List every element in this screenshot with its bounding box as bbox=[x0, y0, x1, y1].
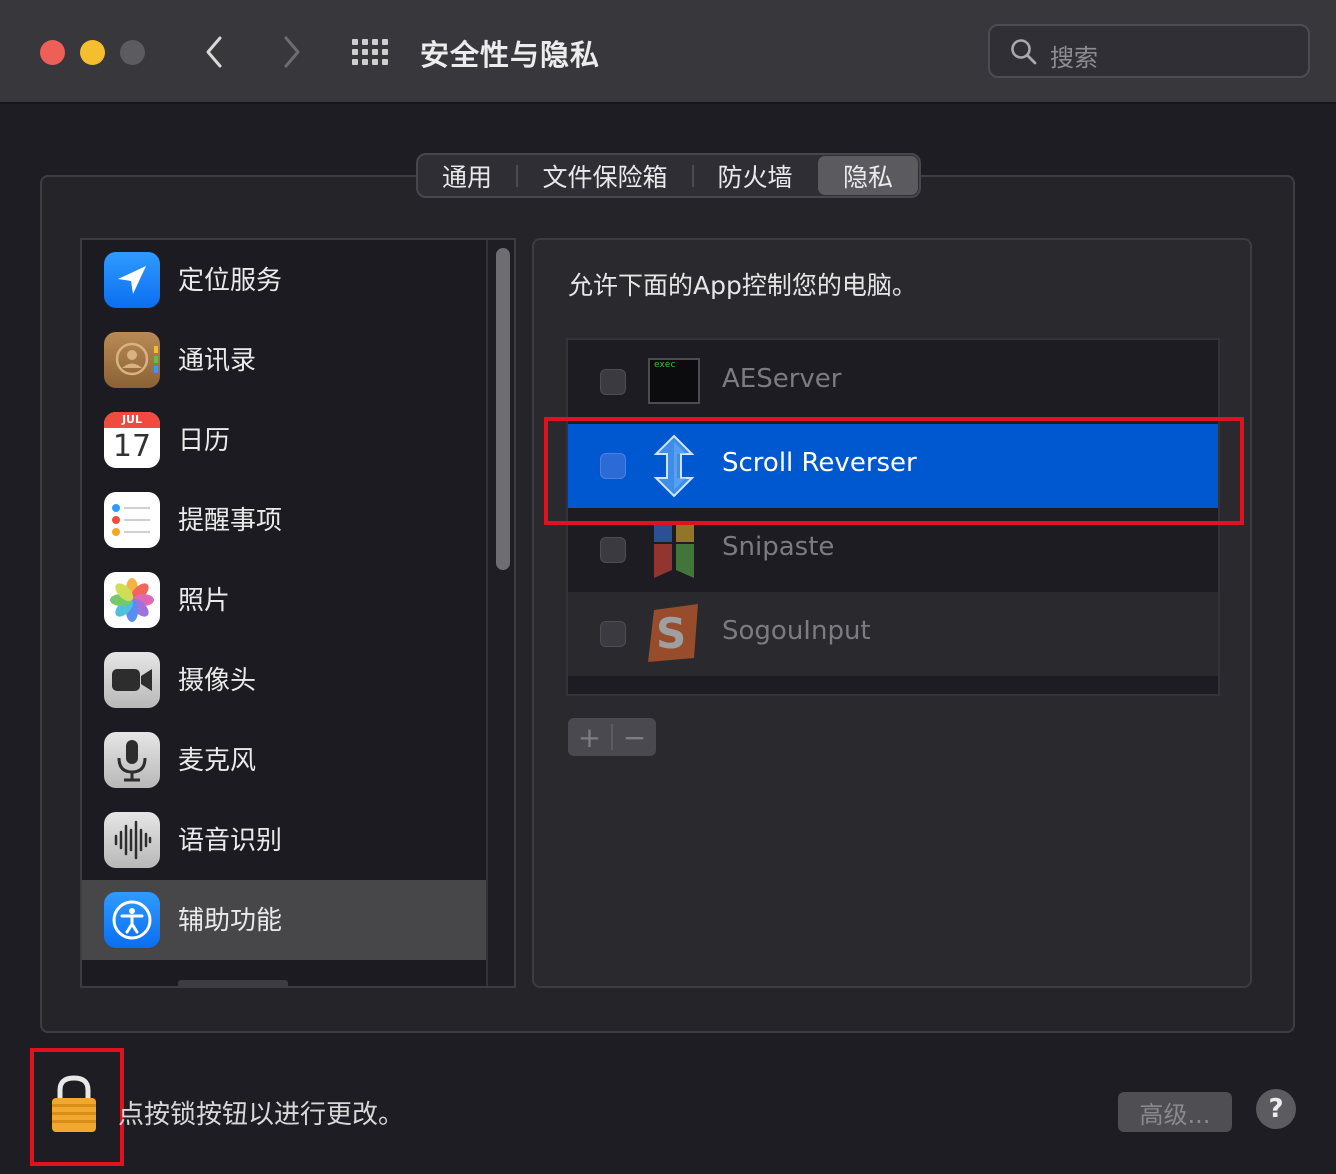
sidebar-item-partial[interactable] bbox=[82, 960, 486, 986]
accessibility-detail-pane: 允许下面的App控制您的电脑。 exec AEServer Scroll Rev… bbox=[532, 238, 1252, 988]
sidebar-item-label: 提醒事项 bbox=[178, 506, 283, 536]
svg-text:S: S bbox=[656, 609, 686, 658]
add-remove-control: + − bbox=[568, 718, 656, 756]
sidebar-item-label: 辅助功能 bbox=[178, 906, 283, 936]
tab-label: 防火墙 bbox=[717, 162, 793, 192]
sidebar-item-label: 定位服务 bbox=[178, 266, 283, 296]
tab-privacy[interactable]: 隐私 bbox=[818, 156, 918, 195]
app-row-sogouinput[interactable]: S SogouInput bbox=[568, 592, 1218, 676]
tab-label: 通用 bbox=[441, 162, 492, 192]
app-checkbox[interactable] bbox=[600, 369, 626, 395]
search-placeholder: 搜索 bbox=[1050, 44, 1098, 72]
window-title: 安全性与隐私 bbox=[420, 38, 601, 72]
scrollbar-thumb[interactable] bbox=[496, 248, 510, 570]
app-checkbox[interactable] bbox=[600, 621, 626, 647]
app-name: SogouInput bbox=[722, 616, 871, 646]
show-all-grid-button[interactable] bbox=[352, 36, 392, 68]
chevron-right-icon bbox=[284, 36, 300, 68]
sidebar-scrollbar[interactable] bbox=[486, 240, 514, 986]
sogou-input-icon: S bbox=[646, 604, 702, 662]
sidebar-item-accessibility[interactable]: 辅助功能 bbox=[82, 880, 486, 960]
location-arrow-icon bbox=[104, 252, 160, 308]
app-checkbox[interactable] bbox=[600, 537, 626, 563]
search-icon bbox=[1011, 39, 1037, 65]
close-button[interactable] bbox=[40, 40, 65, 65]
sidebar-item-location[interactable]: 定位服务 bbox=[82, 240, 486, 320]
accessibility-icon bbox=[104, 892, 160, 948]
lock-instruction: 点按锁按钮以进行更改。 bbox=[118, 1100, 405, 1130]
help-button[interactable]: ? bbox=[1256, 1089, 1296, 1129]
sidebar-item-camera[interactable]: 摄像头 bbox=[82, 640, 486, 720]
snipaste-icon bbox=[646, 522, 702, 578]
reminders-icon bbox=[104, 492, 160, 548]
title-bar: 安全性与隐私 搜索 bbox=[0, 0, 1336, 104]
sidebar-item-microphone[interactable]: 麦克风 bbox=[82, 720, 486, 800]
tab-general[interactable]: 通用 bbox=[418, 156, 516, 195]
exec-terminal-icon: exec bbox=[646, 354, 702, 410]
app-row-aeserver[interactable]: exec AEServer bbox=[568, 340, 1218, 424]
annotation-highlight-lock bbox=[30, 1048, 124, 1166]
tab-filevault[interactable]: 文件保险箱 bbox=[518, 156, 692, 195]
sidebar-item-label: 照片 bbox=[178, 586, 231, 616]
search-field[interactable]: 搜索 bbox=[988, 24, 1310, 78]
minimize-button[interactable] bbox=[80, 40, 105, 65]
exec-label: exec bbox=[654, 360, 676, 370]
app-name: AEServer bbox=[722, 364, 842, 394]
sidebar-item-contacts[interactable]: 通讯录 bbox=[82, 320, 486, 400]
tab-label: 隐私 bbox=[842, 162, 893, 192]
sidebar-item-reminders[interactable]: 提醒事项 bbox=[82, 480, 486, 560]
chevron-left-icon bbox=[206, 36, 222, 68]
sidebar-item-photos[interactable]: 照片 bbox=[82, 560, 486, 640]
sidebar-item-label: 通讯录 bbox=[178, 346, 257, 376]
add-app-button[interactable]: + bbox=[568, 718, 611, 756]
calendar-month: JUL bbox=[104, 412, 160, 428]
app-name: Snipaste bbox=[722, 532, 835, 562]
sidebar-item-label: 摄像头 bbox=[178, 666, 257, 696]
sidebar-item-label: 语音识别 bbox=[178, 826, 283, 856]
microphone-icon bbox=[104, 732, 160, 788]
photos-icon bbox=[104, 572, 160, 628]
tab-firewall[interactable]: 防火墙 bbox=[694, 156, 816, 195]
contacts-icon bbox=[104, 332, 160, 388]
remove-app-button[interactable]: − bbox=[613, 718, 656, 756]
sidebar-item-calendar[interactable]: JUL 17 日历 bbox=[82, 400, 486, 480]
annotation-highlight-scroll-reverser bbox=[544, 417, 1244, 525]
forward-button[interactable] bbox=[272, 32, 312, 72]
advanced-button[interactable]: 高级... bbox=[1118, 1092, 1232, 1132]
pane-heading: 允许下面的App控制您的电脑。 bbox=[568, 271, 917, 300]
calendar-day: 17 bbox=[112, 429, 152, 464]
calendar-icon: JUL 17 bbox=[104, 412, 160, 468]
sidebar-item-label: 日历 bbox=[178, 426, 231, 456]
zoom-button[interactable] bbox=[120, 40, 145, 65]
back-button[interactable] bbox=[196, 32, 236, 72]
privacy-category-list: 定位服务 通讯录 JUL 17 日历 提醒事项 照片 摄像头 麦克风 语音识别 … bbox=[80, 238, 516, 988]
speech-recognition-icon bbox=[104, 812, 160, 868]
tab-bar: 通用 文件保险箱 防火墙 隐私 bbox=[416, 153, 921, 198]
tab-label: 文件保险箱 bbox=[542, 162, 668, 192]
sidebar-item-label: 麦克风 bbox=[178, 746, 257, 776]
sidebar-item-speech-recognition[interactable]: 语音识别 bbox=[82, 800, 486, 880]
camera-icon bbox=[104, 652, 160, 708]
